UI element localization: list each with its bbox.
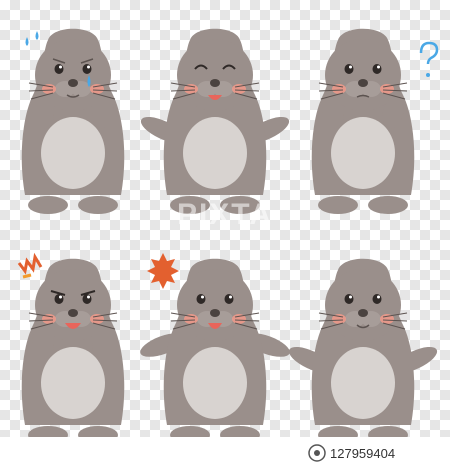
seal-neutral — [285, 258, 441, 445]
pixta-logo-icon — [308, 444, 326, 462]
seal-angry — [17, 252, 125, 445]
sweat-drops-icon — [25, 31, 39, 46]
anger-burst-icon — [17, 252, 43, 279]
seal-confused — [311, 28, 439, 215]
exclamation-burst-icon — [147, 253, 179, 289]
question-mark-icon — [419, 41, 439, 77]
checkerboard-canvas: PIXTA 127959404 — [0, 0, 450, 469]
seal-happy — [137, 28, 293, 215]
seal-surprised — [137, 253, 293, 445]
image-code: 127959404 — [330, 446, 396, 461]
watermark-text: PIXTA — [176, 198, 274, 231]
seal-illustration-set — [17, 28, 441, 445]
seal-crying — [21, 28, 125, 215]
